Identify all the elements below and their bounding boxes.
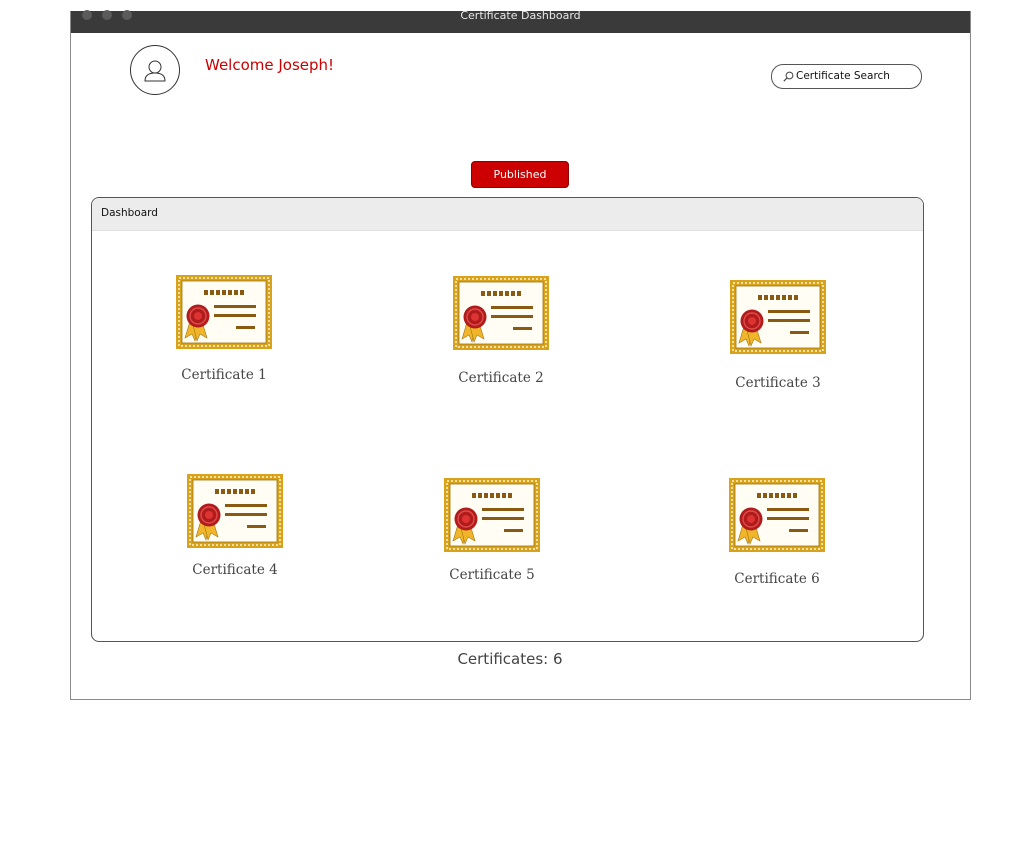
certificate-icon [729,478,825,552]
certificate-icon [730,280,826,354]
certificate-label: Certificate 3 [735,375,821,391]
published-button[interactable]: Published [471,161,569,188]
panel-header: Dashboard [92,198,923,231]
welcome-message: Welcome Joseph! [205,56,335,74]
search-icon [783,71,794,82]
app-window: Certificate Dashboard Welcome Joseph! Pu… [70,9,971,700]
certificate-card[interactable]: Certificate 2 [436,275,566,386]
certificate-card[interactable]: Certificate 4 [170,473,300,578]
certificate-label: Certificate 5 [449,567,535,583]
certificate-count: Certificates: 6 [457,650,563,668]
certificate-icon [453,276,549,350]
certificate-card[interactable]: Certificate 5 [427,477,557,583]
certificate-card[interactable]: Certificate 3 [713,279,843,391]
certificate-icon [176,275,272,349]
certificate-search[interactable] [771,64,922,89]
certificate-icon [444,478,540,552]
dashboard-panel: Dashboard Certificate 1 Certificate 2 Ce… [91,197,924,642]
window-title: Certificate Dashboard [460,9,581,22]
certificate-card[interactable]: Certificate 1 [159,274,289,383]
certificate-label: Certificate 6 [734,571,820,587]
title-bar: Certificate Dashboard [71,9,970,33]
certificate-card[interactable]: Certificate 6 [712,477,842,587]
certificate-label: Certificate 2 [458,370,544,386]
search-input[interactable] [796,68,914,84]
user-icon [144,60,166,82]
avatar[interactable] [130,45,180,95]
certificate-label: Certificate 1 [181,367,267,383]
panel-title: Dashboard [101,207,158,219]
certificate-icon [187,474,283,548]
certificate-label: Certificate 4 [192,562,278,578]
